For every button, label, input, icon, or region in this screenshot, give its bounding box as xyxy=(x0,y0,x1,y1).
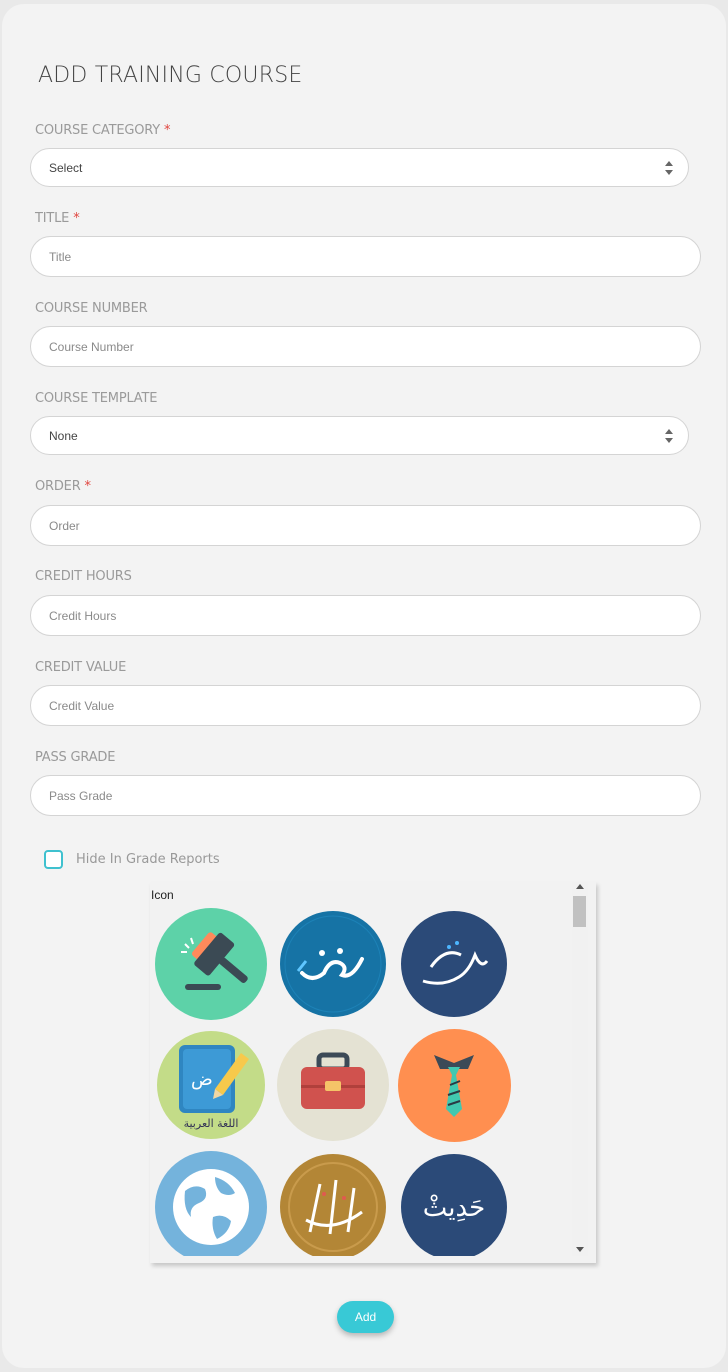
pass-grade-label: PASS GRADE xyxy=(35,750,116,765)
svg-text:اللغة العربية: اللغة العربية xyxy=(184,1117,239,1130)
fiqh-calligraphy-icon[interactable] xyxy=(280,911,386,1017)
title-input[interactable]: Title xyxy=(30,236,701,277)
order-label: ORDER * xyxy=(35,479,91,494)
pass-grade-input[interactable]: Pass Grade xyxy=(30,775,701,816)
course-number-label: COURSE NUMBER xyxy=(35,301,148,316)
icon-picker-scrollbar[interactable] xyxy=(572,882,588,1256)
credit-hours-label: CREDIT HOURS xyxy=(35,569,132,584)
scroll-thumb[interactable] xyxy=(573,896,586,927)
add-button[interactable]: Add xyxy=(337,1301,394,1333)
hide-in-grade-reports-row: Hide In Grade Reports xyxy=(44,850,220,869)
hide-in-grade-reports-checkbox[interactable] xyxy=(44,850,63,869)
arabic-language-book-icon[interactable]: ض اللغة العربية xyxy=(157,1031,265,1139)
svg-text:ض: ض xyxy=(191,1069,213,1090)
page-title: ADD TRAINING COURSE xyxy=(38,63,303,88)
gavel-icon[interactable] xyxy=(155,908,267,1020)
scroll-down-arrow-icon[interactable] xyxy=(576,1247,584,1252)
hide-in-grade-reports-label: Hide In Grade Reports xyxy=(76,852,220,867)
course-category-value: Select xyxy=(49,160,83,175)
select-arrows-icon xyxy=(664,428,674,444)
course-category-label: COURSE CATEGORY * xyxy=(35,123,171,138)
credit-value-input[interactable]: Credit Value xyxy=(30,685,701,726)
course-number-input[interactable]: Course Number xyxy=(30,326,701,367)
hadith-calligraphy-icon[interactable] xyxy=(401,911,507,1017)
svg-text:حَدِيثْ: حَدِيثْ xyxy=(423,1193,486,1223)
icon-picker-label: Icon xyxy=(151,888,174,902)
course-template-value: None xyxy=(49,428,78,443)
scroll-up-arrow-icon[interactable] xyxy=(576,884,584,889)
credit-value-label: CREDIT VALUE xyxy=(35,660,127,675)
title-label: TITLE * xyxy=(35,211,80,226)
order-input[interactable]: Order xyxy=(30,505,701,546)
icon-picker: Icon ض اللغة العربية حَدِيثْ xyxy=(150,882,596,1263)
quran-calligraphy-icon[interactable] xyxy=(280,1154,386,1256)
course-template-select[interactable]: None xyxy=(30,416,689,455)
course-template-label: COURSE TEMPLATE xyxy=(35,391,158,406)
add-course-form: ADD TRAINING COURSE COURSE CATEGORY * Sel… xyxy=(2,4,726,1368)
globe-icon[interactable] xyxy=(155,1151,267,1256)
select-arrows-icon xyxy=(664,160,674,176)
necktie-icon[interactable] xyxy=(398,1029,511,1142)
hadith-text-icon[interactable]: حَدِيثْ xyxy=(401,1154,507,1256)
briefcase-icon[interactable] xyxy=(277,1029,389,1141)
course-category-select[interactable]: Select xyxy=(30,148,689,187)
credit-hours-input[interactable]: Credit Hours xyxy=(30,595,701,636)
